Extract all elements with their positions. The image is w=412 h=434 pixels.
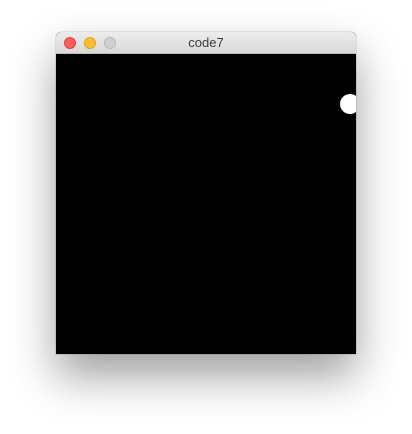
app-window: code7 xyxy=(56,32,356,354)
window-title: code7 xyxy=(188,35,224,50)
white-ball xyxy=(340,94,356,114)
sketch-canvas[interactable] xyxy=(56,54,356,354)
title-bar[interactable]: code7 xyxy=(56,32,356,54)
